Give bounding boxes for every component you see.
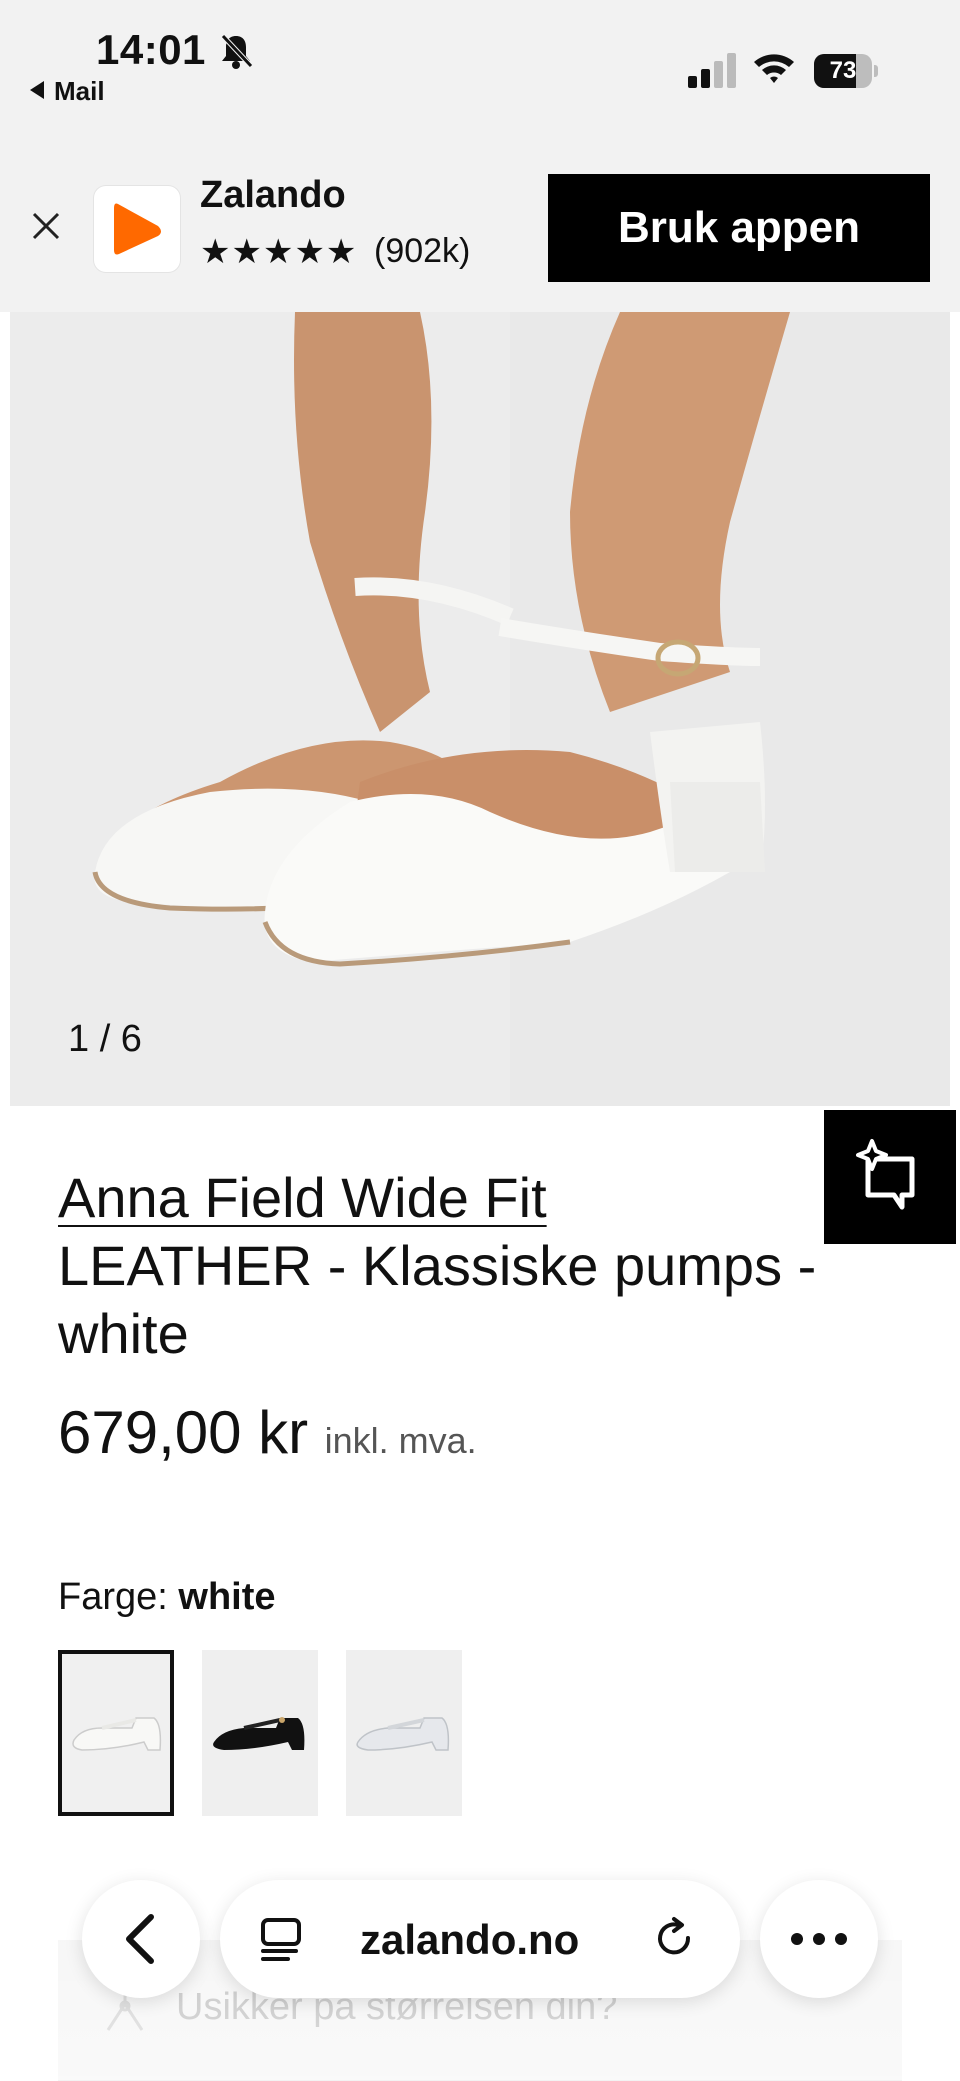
- swatch-black[interactable]: [202, 1650, 318, 1816]
- status-time: 14:01: [96, 26, 206, 73]
- reader-icon[interactable]: [258, 1916, 304, 1962]
- color-label-text: Farge:: [58, 1576, 168, 1618]
- address-bar[interactable]: zalando.no: [220, 1880, 740, 1998]
- app-name: Zalando: [200, 174, 346, 216]
- close-icon[interactable]: [26, 206, 66, 246]
- price: 679,00 kr: [58, 1399, 309, 1466]
- battery-text: 73: [829, 57, 857, 84]
- battery-indicator: 73: [814, 54, 878, 88]
- product-image: [10, 312, 950, 1106]
- vat-note: inkl. mva.: [324, 1420, 477, 1461]
- brand-link[interactable]: Anna Field Wide Fit: [58, 1166, 547, 1229]
- rating-stars: ★★★★★: [200, 233, 358, 271]
- product-name: LEATHER - Klassiske pumps - white: [58, 1234, 817, 1365]
- open-app-button[interactable]: Bruk appen: [548, 174, 930, 282]
- url-text: zalando.no: [360, 1916, 580, 1963]
- back-to-app-link[interactable]: Mail: [30, 76, 105, 107]
- image-counter: 1 / 6: [68, 1018, 142, 1060]
- back-app-label: Mail: [54, 76, 105, 106]
- app-install-banner: Zalando ★★★★★ (902k) Bruk appen: [0, 150, 960, 312]
- rating-count: (902k): [374, 232, 471, 270]
- color-value: white: [178, 1576, 276, 1618]
- back-arrow-icon: [126, 1914, 154, 1964]
- price-row: 679,00 kr inkl. mva.: [58, 1398, 477, 1467]
- zalando-logo: [94, 186, 180, 272]
- swatch-white[interactable]: [58, 1650, 174, 1816]
- wifi-icon: [754, 54, 794, 83]
- product-image-gallery[interactable]: 1 / 6: [10, 312, 950, 1106]
- browser-back-button[interactable]: [82, 1880, 200, 1998]
- back-triangle-icon: [30, 81, 44, 99]
- color-swatches: [58, 1650, 462, 1816]
- more-button[interactable]: [760, 1880, 878, 1998]
- bell-slash-icon: [221, 34, 253, 69]
- status-bar: 14:01 Mail 73: [0, 0, 960, 150]
- product-title: Anna Field Wide Fit LEATHER - Klassiske …: [58, 1164, 918, 1368]
- more-icon: [791, 1933, 847, 1945]
- signal-icon: [688, 53, 736, 88]
- reload-icon[interactable]: [652, 1916, 698, 1962]
- swatch-silver[interactable]: [346, 1650, 462, 1816]
- color-label: Farge: white: [58, 1576, 276, 1619]
